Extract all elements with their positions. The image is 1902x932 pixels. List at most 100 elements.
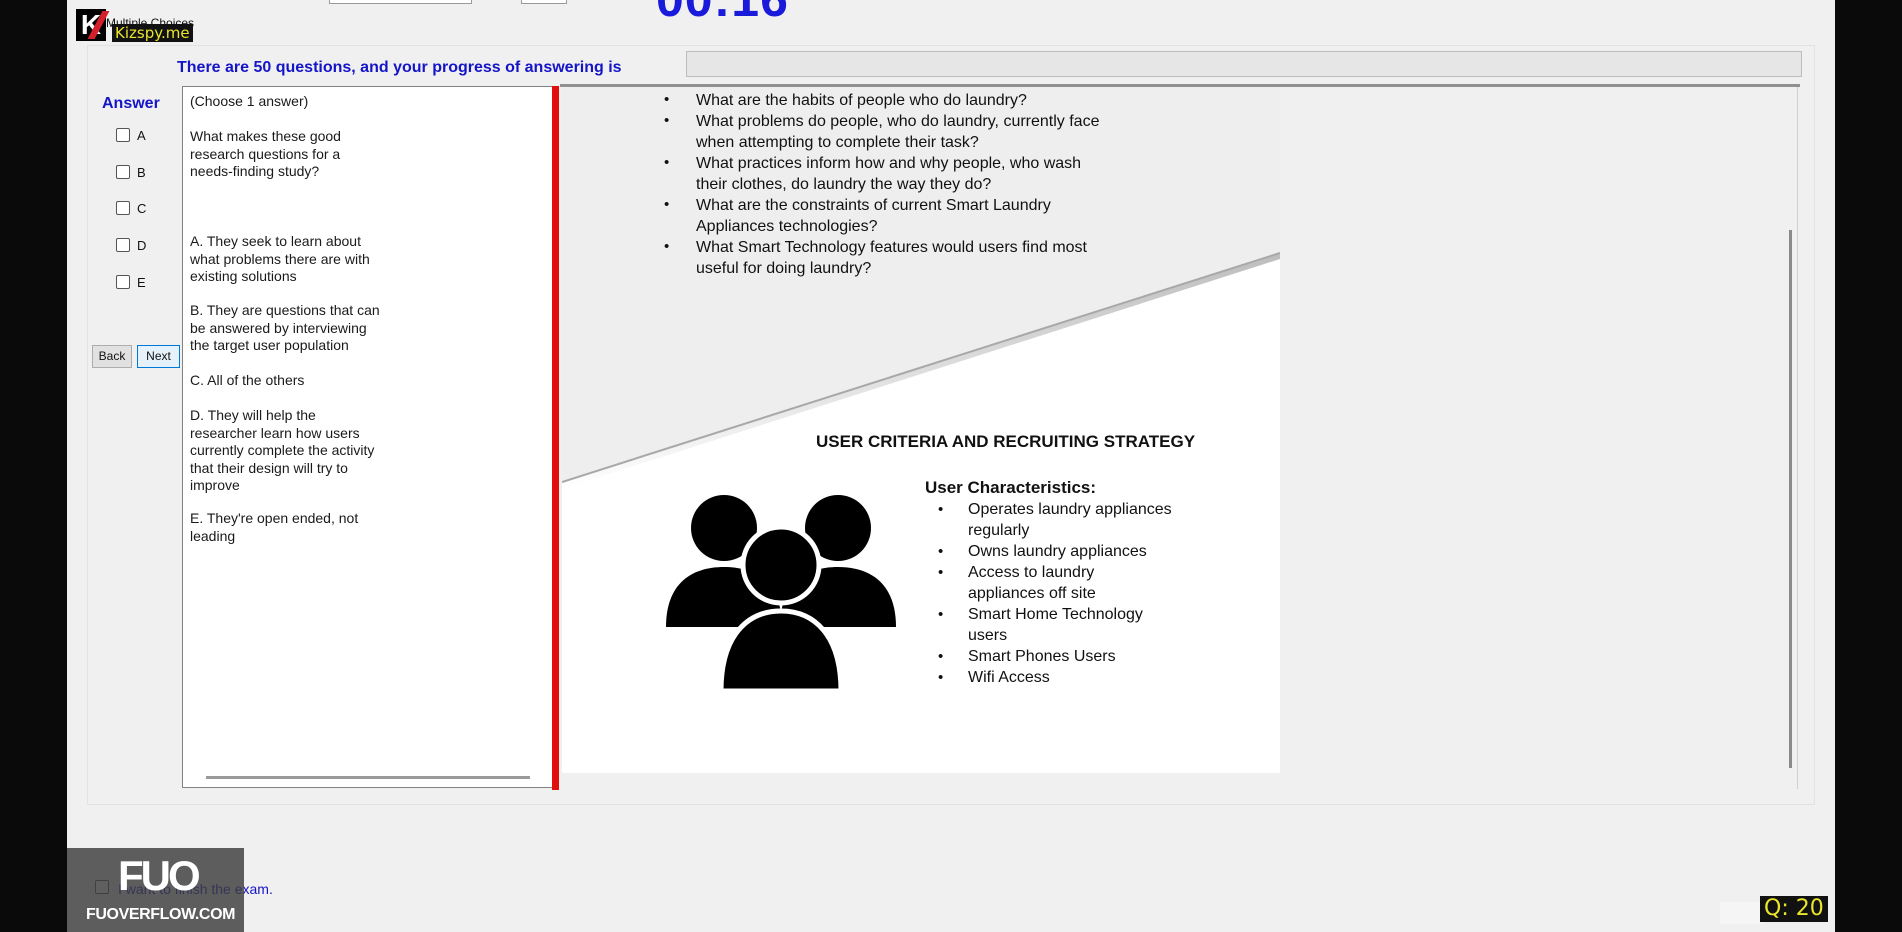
question-image-slide: • What are the habits of people who do l… <box>562 87 1280 773</box>
bullet-line: What are the habits of people who do lau… <box>696 92 1027 109</box>
users-group-icon <box>666 495 896 694</box>
characteristic-3: Access to laundry appliances off site <box>968 562 1096 604</box>
answer-option-c[interactable]: C <box>116 199 146 217</box>
bullet-dot: • <box>938 543 944 560</box>
choice-line: what problems there are with <box>190 250 370 267</box>
characteristics-title: User Characteristics: <box>925 478 1097 497</box>
bullet-dot: • <box>938 669 944 686</box>
bullet-line: when attempting to complete their task? <box>696 134 979 151</box>
bullet-dot: • <box>664 238 670 255</box>
answer-option-d[interactable]: D <box>116 236 146 254</box>
checkbox-e[interactable] <box>116 275 130 289</box>
question-prompt: What makes these good research questions… <box>190 128 341 181</box>
bullet-line: What Smart Technology features would use… <box>696 239 1087 256</box>
choice-d-text: D. They will help the researcher learn h… <box>190 407 374 495</box>
choice-line: currently complete the activity <box>190 442 375 458</box>
choice-line: E. They're open ended, not <box>190 510 359 526</box>
characteristic-line: Access to laundry <box>968 564 1095 581</box>
characteristic-5: Smart Phones Users <box>968 646 1116 667</box>
badge-backdrop <box>1720 902 1764 924</box>
slide-heading: USER CRITERIA AND RECRUITING STRATEGY <box>816 432 1196 451</box>
back-button[interactable]: Back <box>92 345 132 368</box>
bullet-line: their clothes, do laundry the way they d… <box>696 176 992 193</box>
bullet-dot: • <box>938 648 944 665</box>
image-vertical-scrollbar[interactable] <box>1789 230 1792 768</box>
characteristic-line: Smart Home Technology <box>968 606 1143 623</box>
option-label-a: A <box>137 127 146 143</box>
progress-bar <box>686 51 1802 77</box>
choice-line: leading <box>190 527 236 544</box>
option-label-b: B <box>137 164 146 180</box>
choice-line: that their design will try to <box>190 459 348 476</box>
next-button[interactable]: Next <box>137 345 180 368</box>
characteristic-line: regularly <box>968 522 1030 539</box>
characteristic-line: Smart Phones Users <box>968 648 1116 665</box>
checkbox-c[interactable] <box>116 201 130 215</box>
characteristic-line: appliances off site <box>968 585 1096 602</box>
question-horizontal-scrollbar[interactable] <box>206 776 530 779</box>
choice-line: B. They are questions that can <box>190 302 380 318</box>
kizspy-logo-icon: K <box>76 9 106 41</box>
answer-title: Answer <box>102 95 160 112</box>
top-input-field[interactable] <box>329 0 472 4</box>
choice-line: C. All of the others <box>190 372 305 388</box>
bullet-dot: • <box>938 501 944 518</box>
slide-bullet-5: What Smart Technology features would use… <box>696 237 1087 279</box>
choice-line: existing solutions <box>190 268 297 284</box>
slide-bullet-4: What are the constraints of current Smar… <box>696 195 1051 237</box>
characteristic-6: Wifi Access <box>968 667 1050 688</box>
choice-line: improve <box>190 477 240 493</box>
prompt-line: What makes these good <box>190 128 341 144</box>
bullet-dot: • <box>938 606 944 623</box>
question-number-badge: Q: 20 <box>1760 896 1828 922</box>
fuo-logo-icon: FUO <box>118 852 201 899</box>
fuo-site-label: FUOVERFLOW.COM <box>86 906 236 923</box>
bullet-dot: • <box>664 112 670 129</box>
exam-screen: 00:16 Multiple Choices K Kizspy.me There… <box>0 0 1902 932</box>
slide-bullet-1: What are the habits of people who do lau… <box>696 90 1027 111</box>
choice-line: A. They seek to learn about <box>190 233 361 249</box>
checkbox-d[interactable] <box>116 238 130 252</box>
option-label-e: E <box>137 274 146 290</box>
prompt-line: research questions for a <box>190 145 341 162</box>
choice-b-text: B. They are questions that can be answer… <box>190 302 380 355</box>
bullet-dot: • <box>664 91 670 108</box>
bullet-line: Appliances technologies? <box>696 218 878 235</box>
choice-line: be answered by interviewing <box>190 319 367 336</box>
choice-line: researcher learn how users <box>190 424 360 441</box>
watermark-site-label: Kizspy.me <box>112 24 193 42</box>
bullet-line: What practices inform how and why people… <box>696 155 1082 172</box>
slide-bullet-3: What practices inform how and why people… <box>696 153 1081 195</box>
option-label-c: C <box>137 200 147 216</box>
characteristic-line: Wifi Access <box>968 669 1050 686</box>
characteristic-line: Owns laundry appliances <box>968 543 1147 560</box>
progress-label: There are 50 questions, and your progres… <box>177 59 622 76</box>
prompt-line: needs-finding study? <box>190 163 320 179</box>
characteristic-line: users <box>968 627 1008 644</box>
choice-a-text: A. They seek to learn about what problem… <box>190 233 370 286</box>
timer-display: 00:16 <box>656 0 789 28</box>
question-instruction: (Choose 1 answer) <box>190 93 309 109</box>
answer-option-a[interactable]: A <box>116 126 146 144</box>
choice-c-text: C. All of the others <box>190 372 304 390</box>
characteristic-1: Operates laundry appliances regularly <box>968 499 1172 541</box>
bullet-line: What problems do people, who do laundry,… <box>696 113 1100 130</box>
characteristic-2: Owns laundry appliances <box>968 541 1147 562</box>
answer-option-b[interactable]: B <box>116 163 146 181</box>
choice-line: the target user population <box>190 337 349 353</box>
checkbox-a[interactable] <box>116 128 130 142</box>
checkbox-b[interactable] <box>116 165 130 179</box>
bullet-line: What are the constraints of current Smar… <box>696 197 1051 214</box>
top-small-field[interactable] <box>521 0 567 4</box>
slide-bullet-2: What problems do people, who do laundry,… <box>696 111 1099 153</box>
bullet-dot: • <box>938 564 944 581</box>
panel-splitter[interactable] <box>552 86 559 790</box>
answer-option-e[interactable]: E <box>116 273 146 291</box>
choice-e-text: E. They're open ended, not leading <box>190 510 358 545</box>
bullet-dot: • <box>664 154 670 171</box>
bullet-line: useful for doing laundry? <box>696 260 872 277</box>
characteristic-line: Operates laundry appliances <box>968 501 1172 518</box>
option-label-d: D <box>137 237 147 253</box>
bullet-dot: • <box>664 196 670 213</box>
characteristic-4: Smart Home Technology users <box>968 604 1143 646</box>
